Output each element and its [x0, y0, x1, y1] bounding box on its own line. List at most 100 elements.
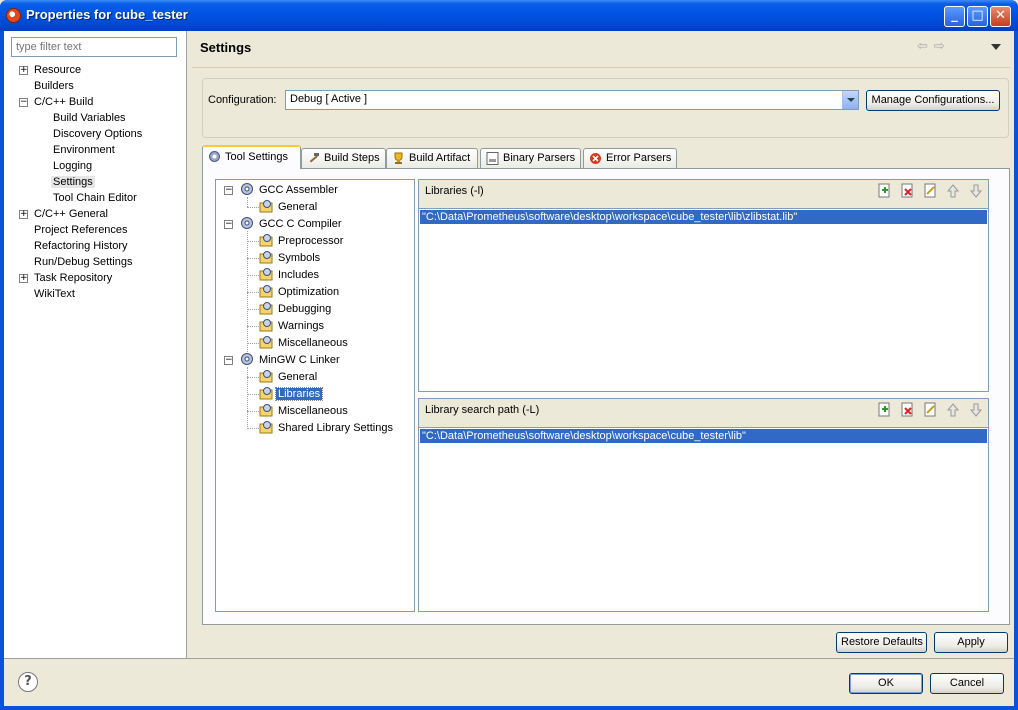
tool-gcc-assembler[interactable]: GCC Assembler [240, 182, 340, 198]
tool-option-miscellaneous[interactable]: Miscellaneous [259, 335, 350, 351]
tab-build-steps[interactable]: Build Steps [301, 148, 386, 168]
tool-option-libraries[interactable]: Libraries [259, 386, 324, 402]
nav-item-settings[interactable]: Settings [51, 174, 95, 190]
nav-item-tool-chain-editor[interactable]: Tool Chain Editor [53, 190, 137, 206]
tool-option-preprocessor[interactable]: Preprocessor [259, 233, 345, 249]
option-folder-icon [259, 421, 273, 434]
footer-separator [4, 658, 1014, 659]
nav-item-logging[interactable]: Logging [53, 158, 92, 174]
tab-error-parsers[interactable]: Error Parsers [583, 148, 677, 168]
tab-tool-settings[interactable]: Tool Settings [202, 145, 301, 169]
library-search-path-section: Library search path (-L) "C:\Data\Promet… [418, 398, 989, 612]
tree-connector [247, 292, 259, 293]
tool-option-general[interactable]: General [259, 199, 319, 215]
list-item[interactable]: "C:\Data\Prometheus\software\desktop\wor… [420, 210, 987, 224]
property-page-tree-panel: + Resource Builders − C/C++ Build Build … [4, 31, 187, 658]
nav-item-resource[interactable]: Resource [34, 62, 81, 78]
libraries-list[interactable]: "C:\Data\Prometheus\software\desktop\wor… [419, 208, 988, 391]
tree-connector [247, 326, 259, 327]
library-search-path-list[interactable]: "C:\Data\Prometheus\software\desktop\wor… [419, 427, 988, 611]
error-icon [590, 153, 601, 164]
move-up-icon[interactable] [945, 402, 961, 418]
view-menu-icon[interactable] [991, 44, 1001, 50]
tool-option-miscellaneous[interactable]: Miscellaneous [259, 403, 350, 419]
list-item[interactable]: "C:\Data\Prometheus\software\desktop\wor… [420, 429, 987, 443]
tab-binary-parsers[interactable]: Binary Parsers [480, 148, 581, 168]
nav-item-discovery-options[interactable]: Discovery Options [53, 126, 142, 142]
library-search-path-title: Library search path (-L) [425, 404, 540, 416]
tool-option-general[interactable]: General [259, 369, 319, 385]
expand-icon[interactable]: + [19, 274, 28, 283]
help-icon[interactable]: ? [18, 672, 38, 692]
restore-defaults-button[interactable]: Restore Defaults [836, 632, 927, 653]
nav-item-build-variables[interactable]: Build Variables [53, 110, 126, 126]
header-separator [192, 67, 1010, 68]
configuration-label: Configuration: [208, 94, 277, 106]
back-arrow-icon[interactable]: ⇦ [917, 39, 934, 54]
tool-mingw-c-linker[interactable]: MinGW C Linker [240, 352, 342, 368]
tree-connector [247, 207, 259, 208]
nav-item-environment[interactable]: Environment [53, 142, 115, 158]
option-folder-icon [259, 319, 273, 332]
option-folder-icon [259, 268, 273, 281]
title-bar[interactable]: Properties for cube_tester _ □ ✕ [0, 0, 1018, 31]
tree-connector [247, 411, 259, 412]
collapse-icon[interactable]: − [224, 356, 233, 365]
apply-button[interactable]: Apply [934, 632, 1008, 653]
collapse-icon[interactable]: − [224, 186, 233, 195]
tree-connector [247, 258, 259, 259]
expand-icon[interactable]: + [19, 66, 28, 75]
tree-connector [247, 377, 259, 378]
move-down-icon[interactable] [968, 183, 984, 199]
chevron-down-icon[interactable] [842, 91, 858, 109]
move-up-icon[interactable] [945, 183, 961, 199]
minimize-icon[interactable]: _ [944, 6, 965, 27]
edit-icon[interactable] [922, 183, 938, 199]
ok-button[interactable]: OK [849, 673, 923, 694]
nav-item-refactoring-history[interactable]: Refactoring History [34, 238, 128, 254]
tool-option-warnings[interactable]: Warnings [259, 318, 326, 334]
tool-option-shared-library-settings[interactable]: Shared Library Settings [259, 420, 395, 436]
forward-arrow-icon[interactable]: ⇨ [934, 39, 951, 54]
tool-option-symbols[interactable]: Symbols [259, 250, 322, 266]
nav-item-run-debug-settings[interactable]: Run/Debug Settings [34, 254, 132, 270]
tool-gcc-c-compiler[interactable]: GCC C Compiler [240, 216, 344, 232]
tab-build-artifact[interactable]: Build Artifact [386, 148, 478, 168]
configuration-select[interactable]: Debug [ Active ] [285, 90, 859, 110]
cancel-button[interactable]: Cancel [930, 673, 1004, 694]
history-nav[interactable]: ⇦⇨ [917, 39, 951, 54]
tree-connector [247, 231, 248, 360]
tool-tree: − GCC Assembler General − GCC C Compiler… [215, 179, 415, 612]
option-folder-icon [259, 251, 273, 264]
binary-file-icon [486, 152, 499, 165]
properties-window: Properties for cube_tester _ □ ✕ + Resou… [0, 0, 1018, 710]
option-folder-icon [259, 404, 273, 417]
tool-option-includes[interactable]: Includes [259, 267, 321, 283]
close-icon[interactable]: ✕ [990, 6, 1011, 27]
nav-item-cpp-general[interactable]: C/C++ General [34, 206, 108, 222]
nav-item-project-references[interactable]: Project References [34, 222, 128, 238]
option-folder-icon [259, 200, 273, 213]
filter-input[interactable] [11, 37, 177, 57]
delete-icon[interactable] [899, 402, 915, 418]
collapse-icon[interactable]: − [224, 220, 233, 229]
add-icon[interactable] [876, 402, 892, 418]
nav-item-wikitext[interactable]: WikiText [34, 286, 75, 302]
expand-icon[interactable]: + [19, 210, 28, 219]
nav-item-task-repository[interactable]: Task Repository [34, 270, 112, 286]
option-folder-icon [259, 336, 273, 349]
collapse-icon[interactable]: − [19, 98, 28, 107]
window-title: Properties for cube_tester [26, 7, 188, 22]
tool-option-optimization[interactable]: Optimization [259, 284, 341, 300]
tool-gear-icon [241, 217, 253, 229]
manage-configurations-button[interactable]: Manage Configurations... [866, 90, 1000, 111]
add-icon[interactable] [876, 183, 892, 199]
move-down-icon[interactable] [968, 402, 984, 418]
edit-icon[interactable] [922, 402, 938, 418]
nav-item-cpp-build[interactable]: C/C++ Build [34, 94, 93, 110]
delete-icon[interactable] [899, 183, 915, 199]
maximize-icon[interactable]: □ [967, 6, 988, 27]
libraries-toolbar [876, 183, 986, 201]
nav-item-builders[interactable]: Builders [34, 78, 74, 94]
tool-option-debugging[interactable]: Debugging [259, 301, 333, 317]
